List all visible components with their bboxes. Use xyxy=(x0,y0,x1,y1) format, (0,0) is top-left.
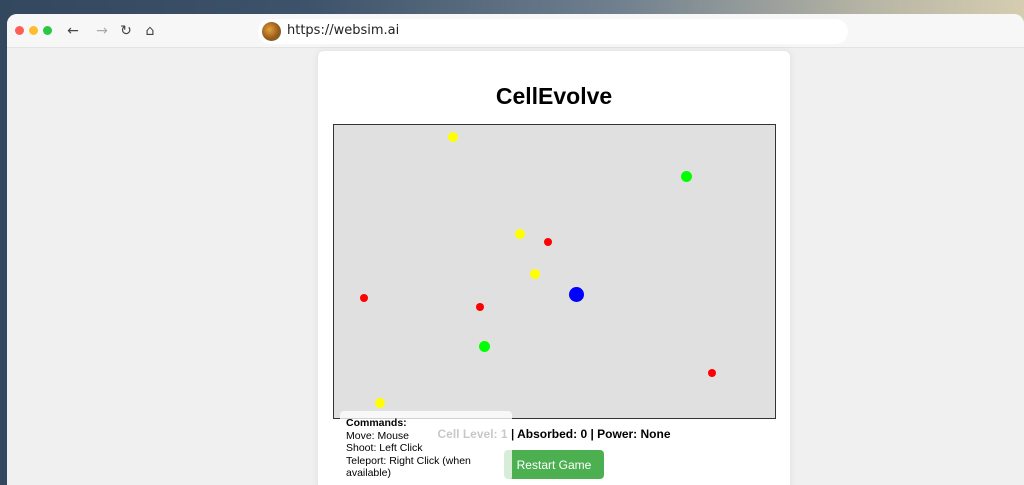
yellow-food-cell xyxy=(530,269,540,279)
address-bar[interactable]: https://websim.ai xyxy=(258,19,848,44)
commands-heading: Commands: xyxy=(346,417,407,429)
game-title: CellEvolve xyxy=(495,83,613,109)
minimize-window-button[interactable] xyxy=(29,26,38,35)
yellow-food-cell xyxy=(375,398,385,408)
command-shoot: Shoot: Left Click xyxy=(346,442,423,454)
url-text: https://websim.ai xyxy=(287,23,400,38)
maximize-window-button[interactable] xyxy=(43,26,52,35)
reload-icon[interactable]: ↻ xyxy=(117,22,135,40)
command-move: Move: Mouse xyxy=(346,429,410,442)
back-arrow-icon[interactable]: ← xyxy=(64,22,82,40)
site-favicon-icon xyxy=(262,22,281,41)
green-food-cell xyxy=(681,171,692,182)
web-page: CellEvolve Cell Level: 1 | Absorbed: 0 |… xyxy=(7,48,1024,485)
red-enemy-cell xyxy=(544,238,552,246)
browser-window: ← → ↻ ⌂ https://websim.ai CellEvolve Cel… xyxy=(7,14,1024,485)
forward-arrow-icon[interactable]: → xyxy=(93,22,111,40)
game-container: CellEvolve Cell Level: 1 | Absorbed: 0 |… xyxy=(318,51,790,485)
commands-panel: Commands: Move: Mouse Shoot: Left Click … xyxy=(340,411,512,481)
green-food-cell xyxy=(479,341,490,352)
red-enemy-cell xyxy=(476,303,484,311)
yellow-food-cell xyxy=(448,132,458,142)
home-icon[interactable]: ⌂ xyxy=(141,22,159,40)
red-enemy-cell xyxy=(708,369,716,377)
red-enemy-cell xyxy=(360,294,368,302)
browser-toolbar: ← → ↻ ⌂ https://websim.ai xyxy=(7,14,1024,48)
close-window-button[interactable] xyxy=(15,26,24,35)
restart-game-button[interactable]: Restart Game xyxy=(504,450,604,479)
game-canvas[interactable] xyxy=(333,124,776,419)
command-teleport: Teleport: Right Click (when available) xyxy=(346,454,471,480)
yellow-food-cell xyxy=(515,229,525,239)
player-cell xyxy=(569,287,584,302)
